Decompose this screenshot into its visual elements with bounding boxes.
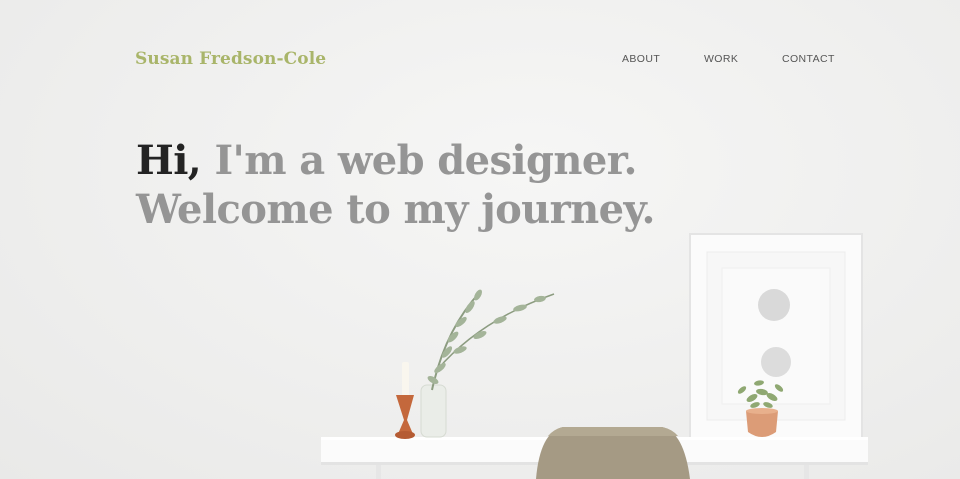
hero-greeting: Hi,: [136, 137, 202, 184]
plant-vase: [420, 289, 555, 438]
hero-headline: Hi, I'm a web designer. Welcome to my jo…: [136, 136, 655, 234]
chair: [536, 427, 690, 479]
hero-line-1: I'm a web designer.: [201, 137, 637, 184]
site-brand-logo[interactable]: Susan Fredson-Cole: [135, 49, 326, 69]
hero-line-2: Welcome to my journey.: [136, 186, 655, 233]
nav-work-link[interactable]: WORK: [704, 53, 738, 65]
nav-about-link[interactable]: ABOUT: [622, 53, 660, 65]
candle-holder: [395, 362, 415, 439]
workspace-illustration: [321, 233, 868, 479]
nav-contact-link[interactable]: CONTACT: [782, 53, 835, 65]
picture-frame: [689, 233, 863, 439]
